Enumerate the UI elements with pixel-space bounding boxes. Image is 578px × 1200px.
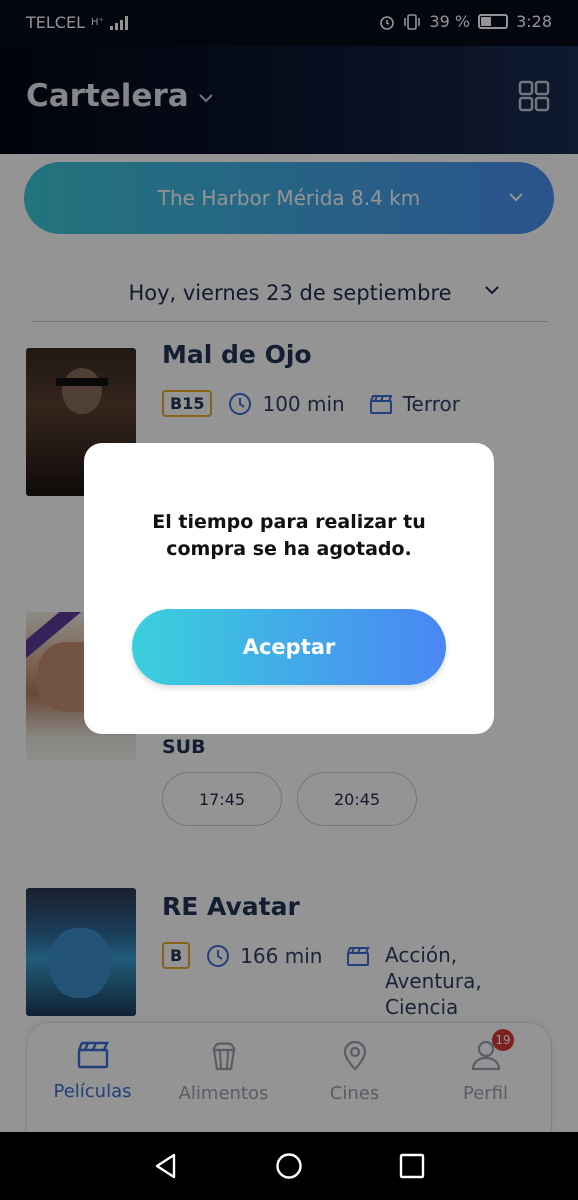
accept-button[interactable]: Aceptar (132, 609, 446, 685)
back-icon[interactable] (152, 1152, 180, 1180)
timeout-dialog: El tiempo para realizar tu compra se ha … (84, 443, 494, 734)
home-icon[interactable] (275, 1152, 303, 1180)
dialog-message: El tiempo para realizar tu compra se ha … (152, 511, 426, 560)
system-navigation-bar (0, 1132, 578, 1200)
recents-icon[interactable] (398, 1152, 426, 1180)
